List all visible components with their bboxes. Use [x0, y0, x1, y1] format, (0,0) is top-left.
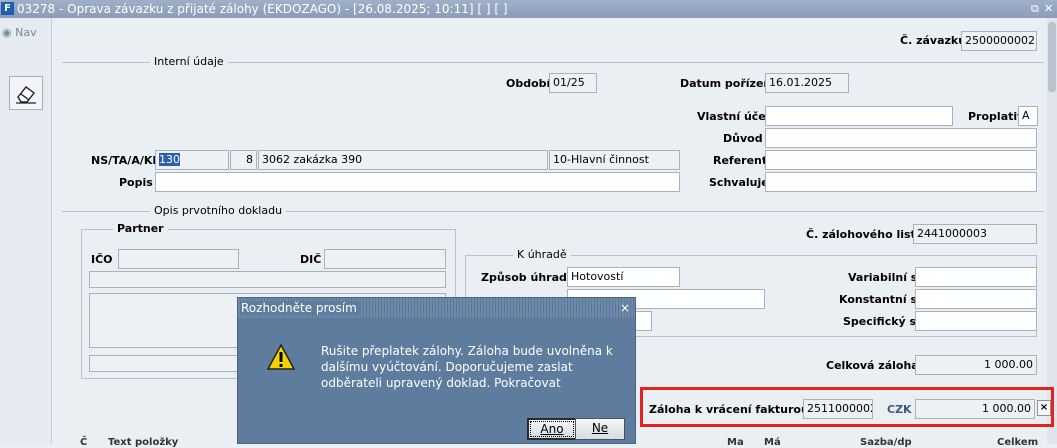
- vlastni-ucet-field[interactable]: [765, 106, 953, 126]
- partner-legend: Partner: [113, 222, 168, 235]
- grid-header-c: Č: [80, 437, 88, 448]
- grid-header-text: Text položky: [108, 437, 179, 448]
- clear-button[interactable]: ×: [1037, 400, 1051, 416]
- zaloha-vraceni-amount-field[interactable]: 1 000.00: [915, 399, 1035, 419]
- warning-icon: [267, 344, 295, 370]
- proplatit-field[interactable]: A: [1018, 106, 1038, 126]
- dialog-titlebar: Rozhodněte prosím: [238, 298, 635, 318]
- ns-field-value: 130: [159, 153, 180, 166]
- vlastni-ucet-label: Vlastní účet: [697, 110, 772, 123]
- popis-field[interactable]: [155, 172, 680, 192]
- ns-field[interactable]: 130: [155, 150, 229, 170]
- datum-porizeni-label: Datum pořízení: [680, 77, 776, 90]
- proplatit-label: Proplatit: [968, 110, 1023, 123]
- nav-label-text: Nav: [15, 26, 37, 39]
- dialog-close-button[interactable]: ×: [620, 298, 630, 318]
- restore-button[interactable]: ⧉: [1031, 2, 1039, 16]
- app-icon: F: [1, 2, 14, 15]
- scrollbar-thumb[interactable]: [1048, 22, 1056, 92]
- zpusob-uhrady-field[interactable]: Hotovostí: [567, 267, 680, 287]
- specificky-label: Specifický s.: [843, 315, 921, 328]
- window-title: 03278 - Oprava závazku z přijaté zálohy …: [17, 2, 508, 16]
- duvod-field[interactable]: [765, 128, 1037, 148]
- ta-field[interactable]: 8: [230, 150, 257, 170]
- datum-porizeni-field[interactable]: 16.01.2025: [765, 73, 849, 93]
- dialog-message: Rušite přeplatek zálohy. Záloha bude uvo…: [321, 344, 613, 390]
- celkova-zaloha-field[interactable]: 1 000.00: [915, 355, 1037, 375]
- c-zavazku-field[interactable]: 2500000002: [961, 31, 1037, 51]
- k-uhrade-legend: K úhradě: [513, 248, 571, 261]
- konstantni-field[interactable]: [915, 289, 1037, 309]
- no-button[interactable]: Ne: [575, 418, 625, 440]
- confirm-dialog: Rozhodněte prosím × Rušite přeplatek zál…: [237, 297, 636, 444]
- variabilni-label: Variabilní s.: [848, 271, 922, 284]
- obdobi-label: Období: [506, 77, 551, 90]
- kp-field[interactable]: 10-Hlavní činnost: [549, 150, 680, 170]
- ico-label: IČO: [91, 253, 113, 266]
- referent-label: Referent: [713, 154, 768, 167]
- c-zal-listu-field[interactable]: 2441000003: [913, 224, 1037, 244]
- popis-label: Popis: [119, 176, 153, 189]
- duvod-label: Důvod: [723, 132, 763, 145]
- c-zavazku-label: Č. závazku: [900, 34, 967, 47]
- specificky-field[interactable]: [915, 311, 1037, 331]
- nav-label[interactable]: ◉ Nav: [2, 26, 37, 39]
- currency-label: CZK: [887, 403, 912, 416]
- obdobi-field[interactable]: 01/25: [549, 73, 597, 93]
- grid-header-ma2: Má: [764, 437, 781, 448]
- eraser-icon[interactable]: [9, 76, 43, 110]
- zaloha-vraceni-doc-field[interactable]: 2511000002: [803, 399, 873, 419]
- schvaluje-label: Schvaluje: [709, 176, 769, 189]
- schvaluje-field[interactable]: [765, 172, 1037, 192]
- konstantni-label: Konstantní s.: [839, 293, 922, 306]
- ico-field[interactable]: [118, 249, 239, 269]
- dic-field[interactable]: [324, 249, 446, 269]
- interni-legend: Interní údaje: [150, 55, 228, 68]
- variabilni-field[interactable]: [915, 267, 1037, 287]
- referent-field[interactable]: [765, 150, 1037, 170]
- grid-header-celkem: Celkem: [997, 437, 1039, 448]
- ns-ta-a-kp-label: NS/TA/A/KP: [91, 154, 161, 167]
- zpusob-uhrady-label: Způsob úhrady: [481, 271, 575, 284]
- c-zal-listu-label: Č. zálohového listu: [806, 228, 924, 241]
- window-titlebar: F 03278 - Oprava závazku z přijaté záloh…: [0, 0, 1057, 18]
- celkova-zaloha-label: Celková záloha: [826, 359, 919, 372]
- a-field[interactable]: 3062 zakázka 390: [258, 150, 548, 170]
- zaloha-vraceni-label: Záloha k vrácení fakturou č.: [649, 403, 824, 416]
- opis-legend: Opis prvotního dokladu: [150, 204, 287, 217]
- dic-label: DIČ: [300, 253, 322, 266]
- yes-button[interactable]: Ano: [527, 418, 577, 440]
- partner-name-field[interactable]: [89, 271, 446, 288]
- grid-header-ma: Ma: [727, 437, 744, 448]
- close-window-button[interactable]: ✕: [1044, 2, 1053, 16]
- dialog-title: Rozhodněte prosím: [241, 301, 361, 315]
- grid-header-sazba: Sazba/dp: [860, 437, 912, 448]
